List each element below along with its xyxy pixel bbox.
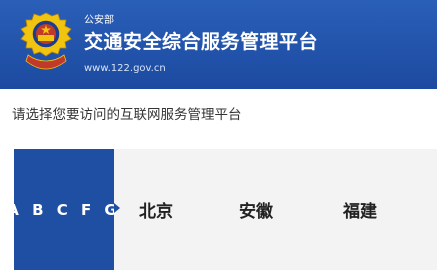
letter-group-tab[interactable]: A B C F G <box>7 149 121 270</box>
police-emblem-icon <box>20 12 72 70</box>
province-link-fujian[interactable]: 福建 <box>330 149 390 270</box>
site-url: www.122.gov.cn <box>84 63 166 74</box>
letter-group-label: A B C F G <box>7 200 121 219</box>
platform-title: 交通安全综合服务管理平台 <box>84 31 319 53</box>
region-selector: A B C F G 北京 安徽 福建 <box>7 149 437 270</box>
active-pointer-icon <box>114 203 120 213</box>
select-platform-prompt: 请选择您要访问的互联网服务管理平台 <box>12 107 242 123</box>
province-link-anhui[interactable]: 安徽 <box>226 149 286 270</box>
ministry-label: 公安部 <box>84 15 114 26</box>
province-link-beijing[interactable]: 北京 <box>126 149 186 270</box>
site-header: 公安部 交通安全综合服务管理平台 www.122.gov.cn <box>0 0 437 89</box>
